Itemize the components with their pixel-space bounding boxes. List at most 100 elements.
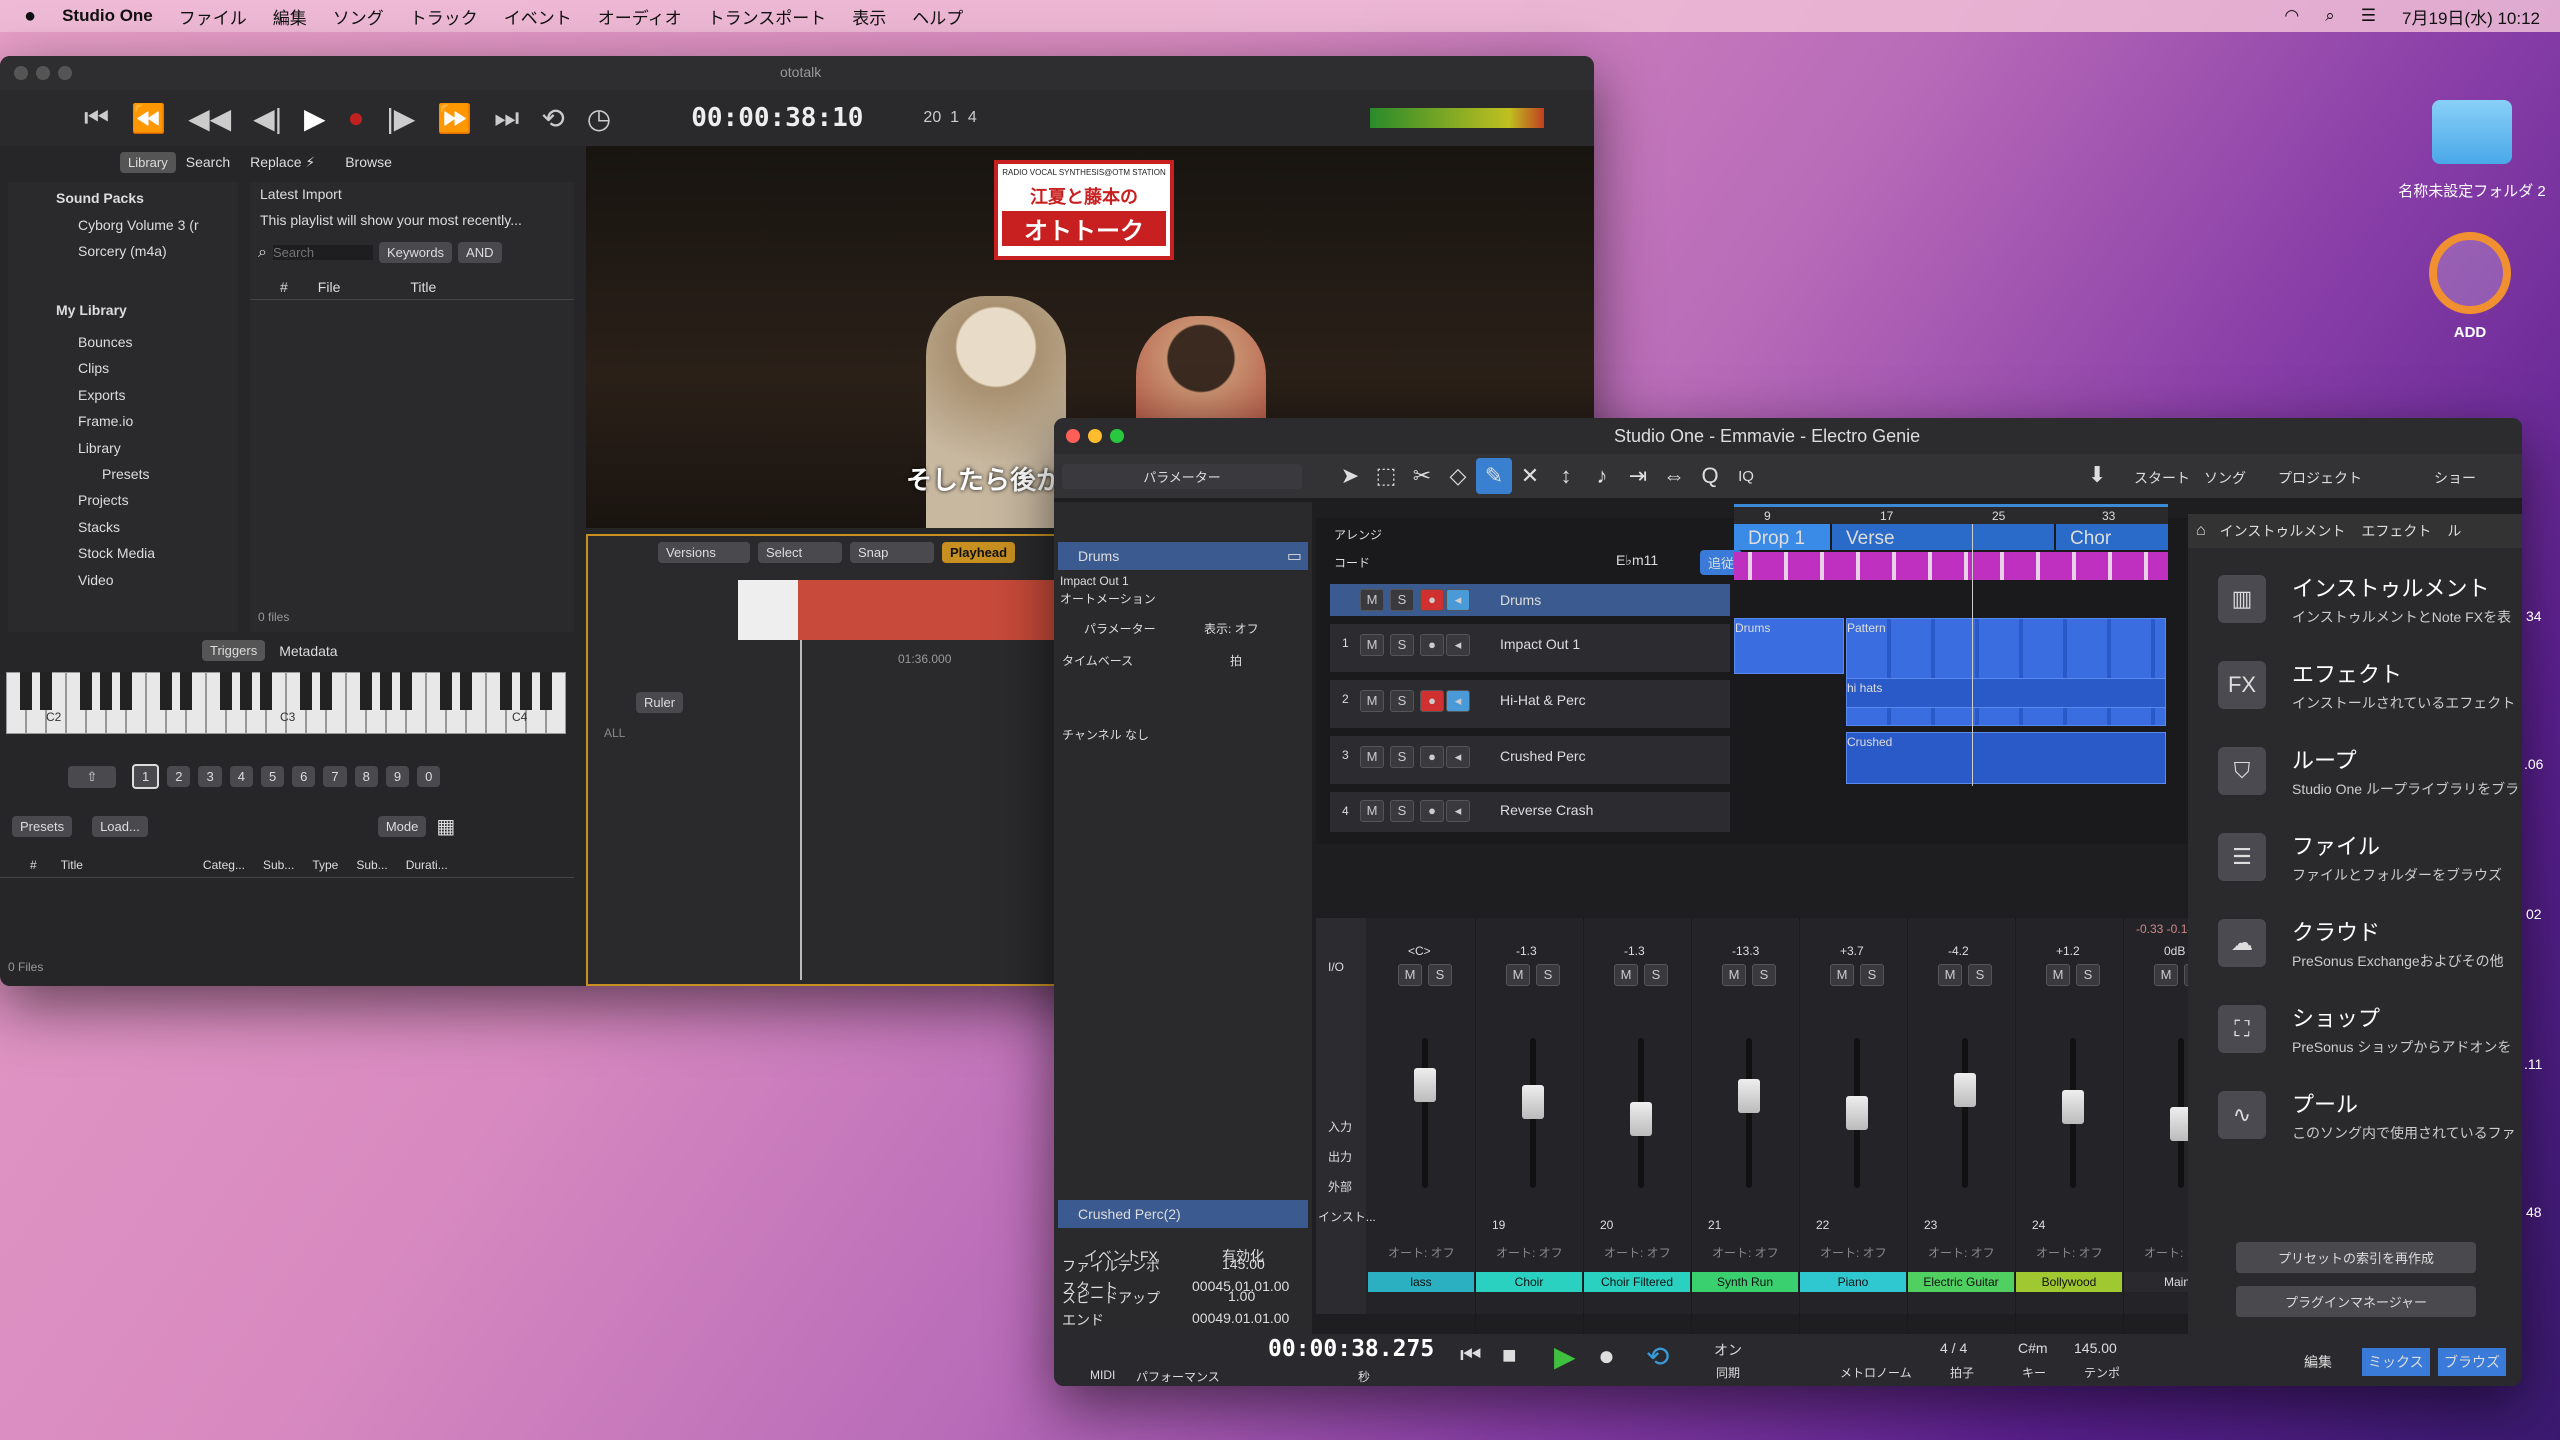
browser-item-shop[interactable]: ⛶ ショップ PreSonus ショップからアドオンを (2188, 986, 2522, 1072)
quantize-icon[interactable]: ⇥ (1620, 458, 1656, 494)
track-row[interactable]: 1 M S ● ◂ Impact Out 1 (1330, 624, 1730, 672)
timeline-playhead[interactable] (800, 640, 802, 980)
transport-time[interactable]: 00:00:38.275 (1268, 1336, 1434, 1362)
col-title[interactable]: Title (410, 279, 436, 295)
tree-item[interactable]: Video (78, 572, 114, 588)
piano-key-black[interactable] (520, 672, 532, 710)
metronome-label[interactable]: メトロノーム (1840, 1364, 1912, 1381)
browser-tab-effect[interactable]: エフェクト (2361, 521, 2431, 541)
rebuild-preset-index-button[interactable]: プリセットの索引を再作成 (2236, 1242, 2476, 1273)
track-row[interactable]: 2 M S ● ◂ Hi-Hat & Perc (1330, 680, 1730, 728)
tree-item[interactable]: Stacks (78, 519, 120, 535)
input-label[interactable]: 入力 (1328, 1118, 1352, 1135)
tab-replace[interactable]: Replace ⚡ (250, 154, 315, 171)
record-arm-button[interactable]: ● (1420, 746, 1444, 768)
pad-button[interactable]: 8 (354, 766, 378, 787)
fader-handle[interactable] (1522, 1085, 1544, 1119)
mute-button[interactable]: M (2046, 964, 2070, 986)
solo-button[interactable]: S (1644, 964, 1668, 986)
stretch-icon[interactable]: ⇔ (1656, 458, 1692, 494)
mute-button[interactable]: M (1360, 690, 1384, 712)
track-name[interactable]: Impact Out 1 (1500, 636, 1580, 652)
col-hash[interactable]: # (30, 858, 37, 872)
song-key[interactable]: C#m (2018, 1340, 2048, 1356)
piano-key-black[interactable] (380, 672, 392, 710)
tree-item[interactable]: Exports (78, 387, 125, 403)
solo-button[interactable]: S (2076, 964, 2100, 986)
section-chorus[interactable]: Chor (2056, 524, 2168, 550)
loop-icon[interactable]: ⟲ (541, 102, 564, 135)
playhead-button[interactable]: Playhead (942, 542, 1016, 563)
mute-button[interactable]: M (1614, 964, 1638, 986)
clock[interactable]: 7月19日(水) 10:12 (2402, 4, 2540, 29)
song-playhead[interactable] (1972, 524, 1973, 786)
play-icon[interactable]: ▶ (1554, 1340, 1576, 1373)
track-name[interactable]: Crushed Perc (1500, 748, 1586, 764)
tab-browse[interactable]: Browse (345, 154, 392, 170)
mute-button[interactable]: M (1506, 964, 1530, 986)
channel-name[interactable]: Piano (1800, 1272, 1906, 1292)
pad-button[interactable]: 5 (260, 766, 285, 787)
channel-volume[interactable]: +1.2 (2056, 944, 2080, 958)
piano-key-black[interactable] (540, 672, 552, 710)
nav-song[interactable]: ソング (2204, 468, 2246, 488)
mixer-channel[interactable]: +1.2 M S 24 オート: オフ Bollywood (2016, 918, 2124, 1338)
inspector-track[interactable]: Drums (1078, 548, 1119, 564)
piano-key-black[interactable] (260, 672, 272, 710)
rewind-icon[interactable]: ⏮ (1460, 1342, 1482, 1370)
menu-track[interactable]: トラック (410, 4, 478, 29)
folder-icon[interactable]: ▭ (1287, 546, 1302, 566)
tree-sound-packs[interactable]: Sound Packs (56, 190, 144, 206)
nav-show[interactable]: ショー (2434, 468, 2476, 488)
automation-mode[interactable]: オート: オフ (1820, 1244, 1887, 1261)
track-name[interactable]: Drums (1500, 592, 1541, 608)
solo-button[interactable]: S (1752, 964, 1776, 986)
piano-key-black[interactable] (80, 672, 92, 710)
tree-item[interactable]: Library (78, 440, 121, 456)
tab-search[interactable]: Search (186, 154, 230, 170)
piano-key-black[interactable] (240, 672, 252, 710)
channel-name[interactable]: lass (1368, 1272, 1474, 1292)
tree-item[interactable]: Frame.io (78, 413, 133, 429)
browser-item-loop[interactable]: ⛉ ループ Studio One ループライブラリをブラ (2188, 728, 2522, 814)
fader-handle[interactable] (1738, 1079, 1760, 1113)
fader-handle[interactable] (2062, 1090, 2084, 1124)
event-name[interactable]: Crushed Perc(2) (1078, 1206, 1181, 1222)
tab-metadata[interactable]: Metadata (279, 643, 337, 659)
solo-button[interactable]: S (1428, 964, 1452, 986)
step-fwd-icon[interactable]: |▶ (386, 102, 415, 135)
solo-button[interactable]: S (1536, 964, 1560, 986)
automation-mode[interactable]: オート: オフ (1604, 1244, 1671, 1261)
q-icon[interactable]: Q (1692, 458, 1728, 494)
piano-key-black[interactable] (120, 672, 132, 710)
search-icon[interactable]: ⌕ (2325, 6, 2335, 26)
menu-file[interactable]: ファイル (179, 4, 247, 29)
channel-volume[interactable]: <C> (1408, 944, 1431, 958)
piano-key-black[interactable] (460, 672, 472, 710)
browser-tab-loop[interactable]: ル (2447, 521, 2461, 541)
solo-button[interactable]: S (1390, 589, 1414, 611)
fader-handle[interactable] (1954, 1073, 1976, 1107)
channel-volume[interactable]: -1.3 (1624, 944, 1645, 958)
clock-icon[interactable]: ◷ (587, 102, 611, 135)
zoom-button[interactable] (58, 66, 72, 80)
iq-icon[interactable]: IQ (1728, 458, 1764, 494)
piano-key-black[interactable] (40, 672, 52, 710)
channel-volume[interactable]: +3.7 (1840, 944, 1864, 958)
bar-ruler[interactable]: 9 17 25 33 (1734, 504, 2168, 524)
channel-volume[interactable]: -13.3 (1732, 944, 1759, 958)
apple-icon[interactable]: ● (24, 5, 36, 28)
minimize-button[interactable] (36, 66, 50, 80)
tree-item[interactable]: Cyborg Volume 3 (r (78, 217, 199, 233)
menu-view[interactable]: 表示 (852, 4, 886, 29)
download-icon[interactable]: ⬇ (2088, 462, 2106, 488)
fader-handle[interactable] (1414, 1068, 1436, 1102)
tree-item[interactable]: Clips (78, 360, 109, 376)
mixer-channel[interactable]: -1.3 M S 20 オート: オフ Choir Filtered (1584, 918, 1692, 1338)
and-select[interactable]: AND (458, 242, 502, 263)
speedup-value[interactable]: 1.00 (1228, 1288, 1255, 1304)
track-row[interactable]: 3 M S ● ◂ Crushed Perc (1330, 736, 1730, 784)
tree-item[interactable]: Bounces (78, 334, 132, 350)
pattern-clip[interactable]: Pattern (1846, 618, 2166, 726)
col-hash[interactable]: # (280, 279, 288, 295)
